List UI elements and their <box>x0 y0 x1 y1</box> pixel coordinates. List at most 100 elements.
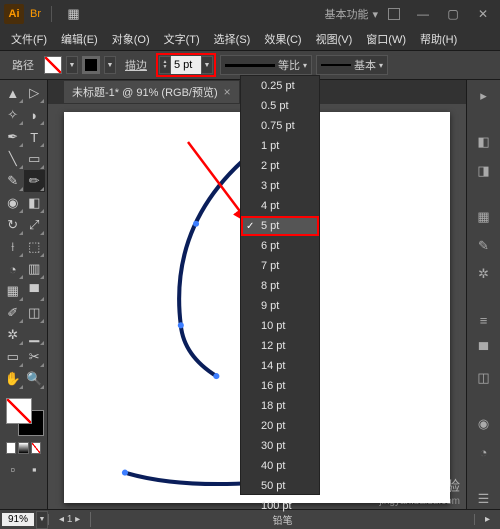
fill-swatch[interactable] <box>44 56 62 74</box>
chevron-down-icon[interactable]: ▾ <box>372 8 378 21</box>
mesh-tool[interactable]: ▦ <box>2 280 24 302</box>
status-menu[interactable]: ▸ <box>474 514 500 525</box>
stroke-color-dropdown[interactable]: ▼ <box>104 56 116 74</box>
transparency-panel-icon[interactable]: ◫ <box>473 368 495 389</box>
menu-text[interactable]: 文字(T) <box>157 29 207 49</box>
fill-stroke-swatches[interactable] <box>2 396 45 440</box>
stroke-option[interactable]: 10 pt <box>241 316 319 336</box>
menu-object[interactable]: 对象(O) <box>105 29 157 49</box>
zoom-level[interactable]: 91% <box>2 513 34 526</box>
stroke-weight-dropdown-button[interactable]: ▼ <box>201 56 213 74</box>
stroke-option[interactable]: 16 pt <box>241 376 319 396</box>
color-mode[interactable] <box>6 442 16 454</box>
symbols-panel-icon[interactable]: ✲ <box>473 264 495 285</box>
stroke-option[interactable]: 3 pt <box>241 176 319 196</box>
stroke-stepper[interactable]: ▲▼ <box>159 56 171 74</box>
menu-window[interactable]: 窗口(W) <box>359 29 413 49</box>
minimize-button[interactable]: — <box>410 5 436 23</box>
stroke-option[interactable]: 18 pt <box>241 396 319 416</box>
stroke-option[interactable]: 1 pt <box>241 136 319 156</box>
stroke-option[interactable]: 14 pt <box>241 356 319 376</box>
stroke-option[interactable]: 0.75 pt <box>241 116 319 136</box>
symbol-sprayer-tool[interactable]: ✲ <box>2 324 24 346</box>
menu-effect[interactable]: 效果(C) <box>257 29 308 49</box>
search-icon[interactable] <box>388 8 400 20</box>
type-tool[interactable]: T <box>24 126 46 148</box>
menu-select[interactable]: 选择(S) <box>207 29 258 49</box>
color-guide-panel-icon[interactable]: ◨ <box>473 161 495 182</box>
layers-panel-icon[interactable]: ☰ <box>473 488 495 509</box>
panel-collapse-icon[interactable]: ▸ <box>473 86 495 107</box>
stroke-option[interactable]: 2 pt <box>241 156 319 176</box>
rotate-tool[interactable]: ↻ <box>2 214 24 236</box>
scale-tool[interactable]: ⤢ <box>24 214 46 236</box>
rectangle-tool[interactable]: ▭ <box>24 148 46 170</box>
stroke-option[interactable]: 12 pt <box>241 336 319 356</box>
free-transform-tool[interactable]: ⬚ <box>24 236 46 258</box>
slice-tool[interactable]: ✂ <box>24 346 46 368</box>
graphic-styles-panel-icon[interactable]: ◔ <box>473 442 495 463</box>
eraser-tool[interactable]: ◧ <box>24 192 46 214</box>
lasso-tool[interactable]: ◗ <box>24 104 46 126</box>
artboard-tool[interactable]: ▭ <box>2 346 24 368</box>
screen-mode-normal[interactable]: ▫ <box>2 458 24 480</box>
shape-builder-tool[interactable]: ◔ <box>2 258 24 280</box>
doc-tab[interactable]: 未标题-1* @ 91% (RGB/预览) × <box>64 81 239 103</box>
zoom-dropdown[interactable]: ▼ <box>36 511 48 529</box>
artboard-nav[interactable]: ◂ 1 ▸ <box>48 514 90 525</box>
gradient-mode[interactable] <box>18 442 28 454</box>
pencil-tool[interactable]: ✏ <box>24 170 46 192</box>
bridge-icon[interactable]: Br <box>30 8 41 20</box>
menu-help[interactable]: 帮助(H) <box>413 29 464 49</box>
workspace-label[interactable]: 基本功能 <box>324 6 368 22</box>
stroke-option[interactable]: 6 pt <box>241 236 319 256</box>
paintbrush-tool[interactable]: ✎ <box>2 170 24 192</box>
pen-tool[interactable]: ✒ <box>2 126 24 148</box>
color-panel-icon[interactable]: ◧ <box>473 132 495 153</box>
stroke-option[interactable]: 30 pt <box>241 436 319 456</box>
brushes-panel-icon[interactable]: ✎ <box>473 235 495 256</box>
fill-dropdown[interactable]: ▼ <box>66 56 78 74</box>
stroke-option[interactable]: 50 pt <box>241 476 319 496</box>
stroke-option[interactable]: 0.25 pt <box>241 76 319 96</box>
blend-tool[interactable]: ◫ <box>24 302 46 324</box>
swatches-panel-icon[interactable]: ▦ <box>473 207 495 228</box>
variable-width-profile[interactable]: 等比 ▾ <box>220 55 312 75</box>
stroke-swatch[interactable] <box>82 56 100 74</box>
stroke-option[interactable]: 4 pt <box>241 196 319 216</box>
stroke-option[interactable]: 8 pt <box>241 276 319 296</box>
titlebar-layout-icon[interactable]: ▦ <box>62 3 85 25</box>
stroke-label[interactable]: 描边 <box>120 55 152 75</box>
stroke-option[interactable]: 0.5 pt <box>241 96 319 116</box>
eyedropper-tool[interactable]: ✐ <box>2 302 24 324</box>
close-button[interactable]: ✕ <box>470 5 496 23</box>
stroke-weight-input[interactable] <box>171 56 201 74</box>
stroke-option[interactable]: 9 pt <box>241 296 319 316</box>
stroke-option[interactable]: ✓5 pt <box>241 216 319 236</box>
none-mode[interactable] <box>31 442 41 454</box>
width-tool[interactable]: ⟊ <box>2 236 24 258</box>
close-tab-icon[interactable]: × <box>224 85 231 99</box>
screen-mode-full[interactable]: ▪ <box>24 458 46 480</box>
stroke-option[interactable]: 40 pt <box>241 456 319 476</box>
hand-tool[interactable]: ✋ <box>2 368 24 390</box>
stroke-option[interactable]: 20 pt <box>241 416 319 436</box>
gradient-panel-icon[interactable]: ▀ <box>473 339 495 360</box>
column-graph-tool[interactable]: ▁ <box>24 324 46 346</box>
blob-brush-tool[interactable]: ◉ <box>2 192 24 214</box>
selection-tool[interactable]: ▲ <box>2 82 24 104</box>
line-segment-tool[interactable]: ╲ <box>2 148 24 170</box>
menu-file[interactable]: 文件(F) <box>4 29 54 49</box>
direct-selection-tool[interactable]: ▷ <box>24 82 46 104</box>
gradient-tool[interactable]: ▀ <box>24 280 46 302</box>
stroke-panel-icon[interactable]: ≡ <box>473 310 495 331</box>
menu-edit[interactable]: 编辑(E) <box>54 29 105 49</box>
appearance-panel-icon[interactable]: ◉ <box>473 414 495 435</box>
brush-definition[interactable]: 基本 ▾ <box>316 55 388 75</box>
zoom-tool[interactable]: 🔍 <box>24 368 46 390</box>
stroke-option[interactable]: 7 pt <box>241 256 319 276</box>
magic-wand-tool[interactable]: ✧ <box>2 104 24 126</box>
perspective-grid-tool[interactable]: ▥ <box>24 258 46 280</box>
maximize-button[interactable]: ▢ <box>440 5 466 23</box>
stroke-option[interactable]: 100 pt <box>241 496 319 516</box>
